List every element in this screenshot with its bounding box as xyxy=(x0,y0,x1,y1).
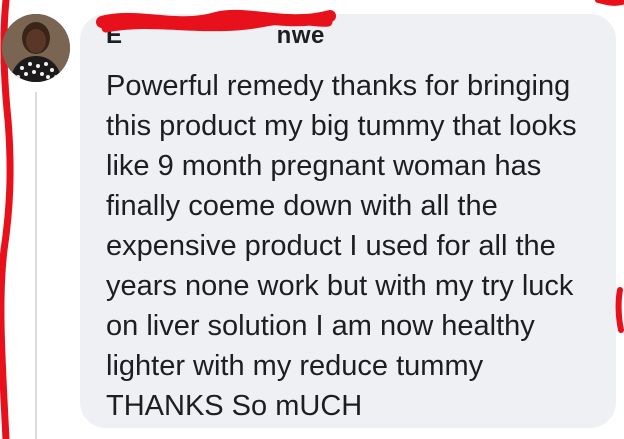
comment-text: Powerful remedy thanks for bringing this… xyxy=(106,70,577,422)
avatar[interactable] xyxy=(2,14,70,82)
comment-row: E nwe Powerful remedy thanks for bringin… xyxy=(0,0,624,439)
redaction-scribble xyxy=(96,9,336,33)
avatar-photo xyxy=(2,14,70,82)
thread-line xyxy=(35,92,37,439)
red-marker-stroke-right xyxy=(595,0,624,333)
